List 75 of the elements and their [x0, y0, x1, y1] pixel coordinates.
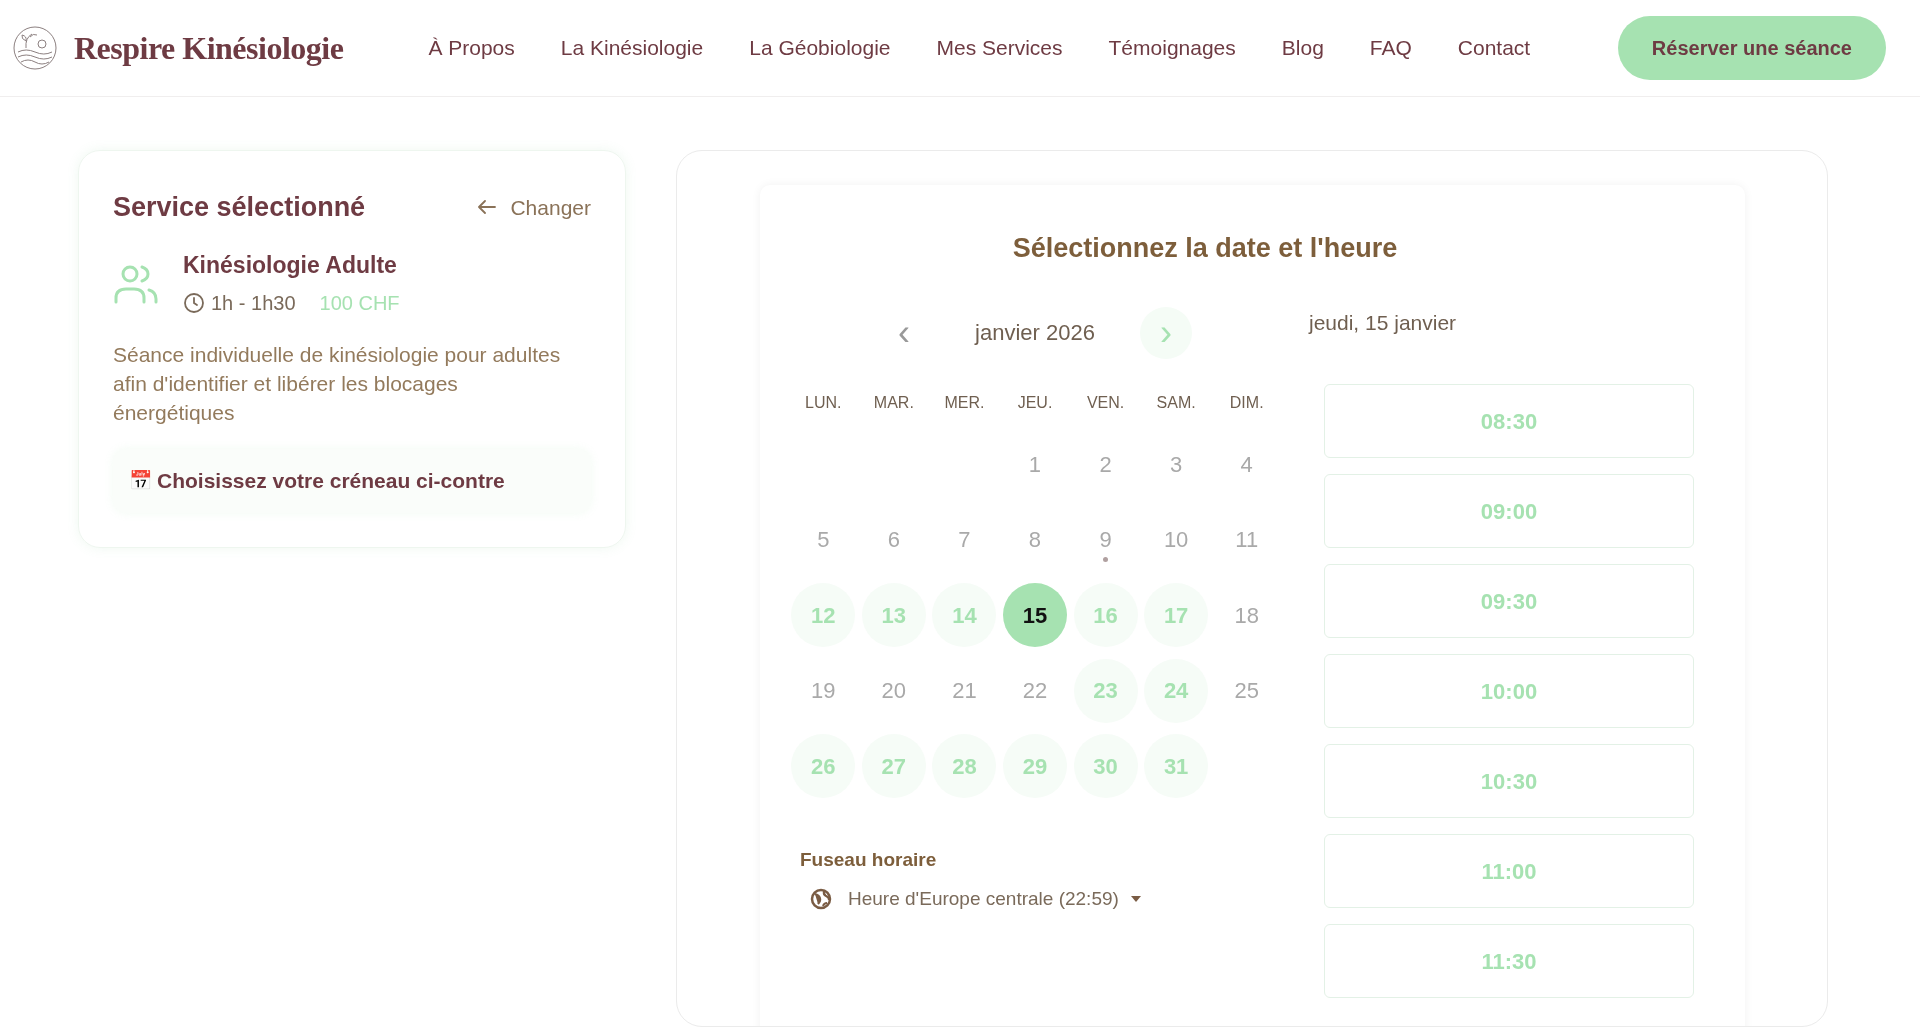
- calendar-day[interactable]: 6: [861, 507, 926, 572]
- calendar-day[interactable]: 5: [791, 507, 856, 572]
- nav-link[interactable]: Témoignages: [1085, 32, 1259, 64]
- time-slot-button[interactable]: 08:30: [1324, 384, 1694, 458]
- weekday-label: DIM.: [1228, 392, 1265, 413]
- duration: 1h - 1h30: [211, 291, 296, 316]
- calendar-day[interactable]: 8: [1003, 507, 1067, 572]
- calendar-day[interactable]: 24: [1144, 658, 1209, 723]
- clock-icon: [183, 292, 205, 314]
- time-slot-button[interactable]: 09:30: [1324, 564, 1694, 638]
- time-slot-button[interactable]: 09:00: [1324, 474, 1694, 548]
- calendar-day[interactable]: 4: [1214, 432, 1279, 497]
- calendar-day[interactable]: 22: [1003, 658, 1067, 723]
- calendar-day[interactable]: 1: [1003, 432, 1067, 497]
- calendar-day[interactable]: 28: [932, 734, 997, 799]
- time-slot-button[interactable]: 11:30: [1324, 924, 1694, 998]
- timezone-dropdown[interactable]: Heure d'Europe centrale (22:59): [800, 884, 1141, 913]
- service-name: Kinésiologie Adulte: [183, 250, 398, 280]
- weekday-label: LUN.: [804, 392, 843, 413]
- month-label: janvier 2026: [973, 319, 1096, 347]
- change-link[interactable]: Changer: [478, 191, 591, 223]
- calendar-day[interactable]: 25: [1214, 658, 1279, 723]
- caret-icon: [1130, 895, 1141, 902]
- next-month-button[interactable]: ›: [1140, 306, 1192, 359]
- nav-link[interactable]: La Géobiologie: [726, 32, 914, 64]
- selected-day[interactable]: 15: [1003, 583, 1067, 648]
- calendar-day[interactable]: 14: [932, 583, 997, 648]
- brand-name[interactable]: Respire Kinésiologie: [74, 24, 344, 72]
- calendar-day[interactable]: 12: [791, 583, 856, 648]
- weekday-label: JEU.: [1016, 392, 1054, 413]
- calendar-emoji: 📅: [129, 468, 153, 493]
- calendar-day[interactable]: 20: [861, 658, 926, 723]
- nav-link[interactable]: Contact: [1434, 32, 1554, 64]
- calendar-day[interactable]: 21: [932, 658, 997, 723]
- arrow-left-icon: [478, 200, 497, 215]
- nav-link[interactable]: FAQ: [1346, 32, 1435, 64]
- time-slot-button[interactable]: 11:00: [1324, 834, 1694, 908]
- calendar-day[interactable]: 18: [1214, 583, 1279, 648]
- globe-icon: [810, 887, 832, 910]
- calendar-day[interactable]: 27: [861, 734, 926, 799]
- calendar-day[interactable]: 23: [1073, 658, 1138, 723]
- service-description: Séance individuelle de kinésiologie pour adultes afin d'identifier et libérer les blocages énergétiques: [113, 342, 562, 426]
- calendar-day[interactable]: 30: [1073, 734, 1138, 799]
- calendar-day[interactable]: 19: [791, 658, 856, 723]
- nav-link[interactable]: Blog: [1258, 32, 1347, 64]
- nav-link[interactable]: La Kinésiologie: [537, 32, 727, 64]
- card-title: Service sélectionné: [113, 191, 366, 224]
- calendar-day[interactable]: 9: [1073, 507, 1138, 572]
- calendar-day[interactable]: 29: [1003, 734, 1067, 799]
- calendar-day[interactable]: 31: [1144, 734, 1209, 799]
- nav-link[interactable]: À Propos: [405, 32, 538, 64]
- calendar-day[interactable]: 2: [1073, 432, 1138, 497]
- selected-date: jeudi, 15 janvier: [1307, 309, 1458, 336]
- calendar-day[interactable]: 10: [1144, 507, 1209, 572]
- calendar-day[interactable]: 7: [932, 507, 997, 572]
- weekday-label: VEN.: [1085, 392, 1126, 413]
- price: 100 CHF: [319, 291, 400, 316]
- time-slot-button[interactable]: 10:30: [1324, 744, 1694, 818]
- calendar-day[interactable]: 26: [791, 734, 856, 799]
- weekday-label: SAM.: [1155, 392, 1197, 413]
- timezone-label: Fuseau horaire: [800, 848, 938, 872]
- previous-month-button[interactable]: ‹: [878, 306, 930, 359]
- logo-icon: [12, 24, 58, 72]
- weekday-label: MER.: [943, 392, 986, 413]
- weekday-label: MAR.: [872, 392, 915, 413]
- calendar-day[interactable]: 16: [1073, 583, 1138, 648]
- book-session-button[interactable]: Réserver une séance: [1617, 16, 1886, 80]
- calendar-title: Sélectionnez la date et l'heure: [1011, 232, 1399, 265]
- calendar-day[interactable]: 17: [1144, 583, 1209, 648]
- time-slot-button[interactable]: 10:00: [1324, 654, 1694, 728]
- nav-link[interactable]: Mes Services: [913, 32, 1086, 64]
- calendar-day[interactable]: 3: [1144, 432, 1209, 497]
- calendar-day[interactable]: 11: [1214, 507, 1279, 572]
- hint-text: Choisissez votre créneau ci-contre: [157, 468, 505, 494]
- calendar-day[interactable]: 13: [861, 583, 926, 648]
